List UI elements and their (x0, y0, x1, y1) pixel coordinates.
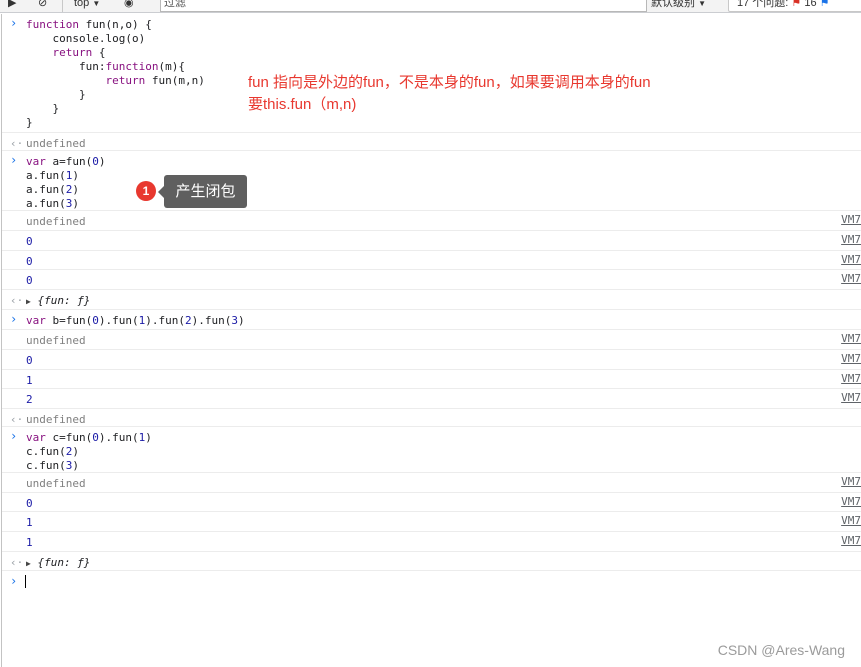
console-log-row: 0 VM7 (2, 231, 861, 251)
return-arrow-icon: ‹· (10, 413, 24, 426)
log-levels-dropdown[interactable]: 默认级别 ▼ (651, 0, 706, 11)
console-log-text: undefined (26, 334, 86, 347)
console-log-text: 0 (26, 497, 33, 510)
issues-count: 16 (804, 0, 817, 9)
toolbar-divider (62, 0, 63, 12)
error-flag-icon: ⚑ (791, 0, 802, 9)
info-flag-icon: ⚑ (819, 0, 830, 9)
annotation-line-1: fun 指向是外边的fun，不是本身的fun，如果要调用本身的fun (248, 74, 651, 91)
chevron-down-icon: ▼ (698, 0, 706, 8)
console-log-text: 0 (26, 274, 33, 287)
play-panel-icon[interactable]: ▶ (8, 0, 16, 11)
prompt-chevron-icon: › (10, 153, 18, 167)
console-log-row: 0 VM7 (2, 251, 861, 270)
console-log-text: 1 (26, 516, 33, 529)
console-log-text: undefined (26, 477, 86, 490)
console-toolbar: ▶ ⊘ top ▼ ◉ 过滤 默认级别 ▼ 17 个问题: ⚑ 16 ⚑ (0, 0, 861, 13)
console-result-row: ‹· undefined (2, 409, 861, 427)
console-object-text[interactable]: ▶ {fun: ƒ} (2, 556, 861, 571)
closure-tooltip: 产生闭包 (158, 175, 247, 208)
console-input-text: var c=fun(0).fun(1) c.fun(2) c.fun(3) (26, 431, 152, 472)
console-input-row: › var b=fun(0).fun(1).fun(2).fun(3) (2, 310, 861, 330)
source-link[interactable]: VM7 (841, 253, 861, 267)
source-link[interactable]: VM7 (841, 475, 861, 489)
console-log-text: 0 (26, 255, 33, 268)
source-link[interactable]: VM7 (841, 495, 861, 509)
console-log-row: undefined VM7 (2, 473, 861, 493)
console-input-row: › var a=fun(0) a.fun(1) a.fun(2) a.fun(3) (2, 151, 861, 211)
source-link[interactable]: VM7 (841, 391, 861, 405)
console-log-row: 1 VM7 (2, 532, 861, 552)
console-input-text: var b=fun(0).fun(1).fun(2).fun(3) (26, 314, 245, 327)
console-input-text: var a=fun(0) a.fun(1) a.fun(2) a.fun(3) (26, 155, 106, 210)
block-icon[interactable]: ⊘ (38, 0, 47, 11)
console-log-text: 0 (26, 235, 33, 248)
console-log-row: 2 VM7 (2, 389, 861, 409)
console-log-text: 1 (26, 536, 33, 549)
console-input-row: › var c=fun(0).fun(1) c.fun(2) c.fun(3) (2, 427, 861, 473)
console-log-row: 1 VM7 (2, 370, 861, 389)
prompt-chevron-icon: › (10, 312, 18, 326)
annotation-text: fun 指向是外边的fun，不是本身的fun，如果要调用本身的fun 要this… (248, 72, 708, 116)
source-link[interactable]: VM7 (841, 534, 861, 548)
source-link[interactable]: VM7 (841, 332, 861, 346)
source-link[interactable]: VM7 (841, 272, 861, 286)
prompt-chevron-icon: › (10, 429, 18, 443)
eye-icon[interactable]: ◉ (124, 0, 134, 11)
issues-button[interactable]: 17 个问题: ⚑ 16 ⚑ (728, 0, 861, 12)
filter-input[interactable]: 过滤 (160, 0, 647, 12)
console-object-row: ‹· ▶ {fun: ƒ} (2, 290, 861, 310)
console-result-row: ‹· undefined (2, 133, 861, 151)
expand-triangle-icon[interactable]: ▶ (26, 297, 31, 306)
text-caret (25, 575, 26, 588)
context-label: top (74, 0, 90, 9)
console-object-text[interactable]: ▶ {fun: ƒ} (2, 294, 861, 309)
console-log-row: 1 VM7 (2, 512, 861, 532)
console-log-row: 0 VM7 (2, 350, 861, 370)
step-marker: 1 (136, 181, 156, 201)
console-log-text: 1 (26, 374, 33, 387)
filter-placeholder: 过滤 (164, 0, 186, 9)
source-link[interactable]: VM7 (841, 372, 861, 386)
watermark: CSDN @Ares-Wang (717, 642, 845, 658)
chevron-down-icon: ▼ (92, 0, 101, 8)
prompt-chevron-icon: › (10, 16, 18, 30)
console-log-text: 0 (26, 354, 33, 367)
log-levels-label: 默认级别 (651, 0, 695, 9)
console-log-text: undefined (26, 215, 86, 228)
source-link[interactable]: VM7 (841, 213, 861, 227)
return-arrow-icon: ‹· (10, 294, 24, 307)
console-log-row: undefined VM7 (2, 211, 861, 231)
console-log-row: undefined VM7 (2, 330, 861, 350)
annotation-line-2: 要this.fun（m,n) (248, 96, 357, 113)
console-prompt[interactable]: › (2, 571, 861, 595)
context-selector[interactable]: top ▼ (74, 0, 100, 11)
console-log-text: 2 (26, 393, 33, 406)
source-link[interactable]: VM7 (841, 514, 861, 528)
console-result-text: undefined (26, 413, 86, 426)
return-arrow-icon: ‹· (10, 556, 24, 569)
source-link[interactable]: VM7 (841, 352, 861, 366)
return-arrow-icon: ‹· (10, 137, 24, 150)
issues-label: 17 个问题: (737, 0, 789, 9)
expand-triangle-icon[interactable]: ▶ (26, 559, 31, 568)
console-result-text: undefined (26, 137, 86, 150)
console-log-row: 0 VM7 (2, 493, 861, 512)
console-log-row: 0 VM7 (2, 270, 861, 290)
source-link[interactable]: VM7 (841, 233, 861, 247)
prompt-chevron-icon: › (10, 574, 18, 588)
console-object-row: ‹· ▶ {fun: ƒ} (2, 552, 861, 571)
